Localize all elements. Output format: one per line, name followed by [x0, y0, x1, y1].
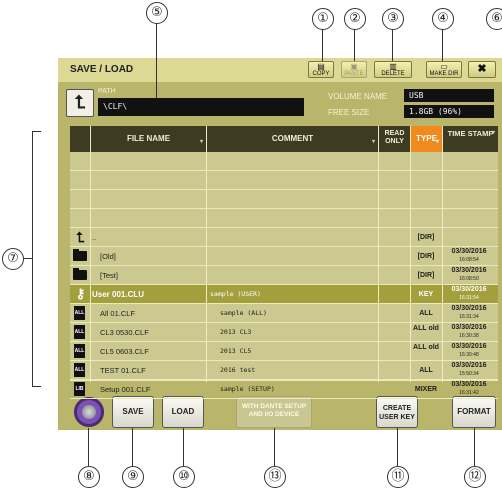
callout-leader [392, 30, 393, 61]
column-divider [378, 126, 379, 382]
delete-button[interactable]: ▥ DELETE [374, 61, 412, 78]
column-divider [410, 126, 411, 382]
callout-leader [156, 24, 157, 98]
trash-icon: ▥ [389, 62, 397, 71]
table-row[interactable]: [Test] [DIR] 03/30/2016 16:08:50 [70, 266, 498, 285]
callout-5: ⑤ [146, 2, 168, 24]
callout-leader [474, 428, 475, 466]
column-type[interactable]: TYPE ▾ [410, 126, 442, 152]
folder-icon: ▭ [440, 62, 448, 71]
format-button[interactable]: FORMAT [452, 396, 496, 428]
table-row[interactable]: ALL CL5 0603.CLF 2013 CL5 ALL old 03/30/… [70, 342, 498, 361]
load-button[interactable]: LOAD [162, 396, 204, 428]
table-row[interactable]: ALL All 01.CLF sample (ALL) ALL 03/30/20… [70, 304, 498, 323]
window-title: SAVE / LOAD [70, 64, 134, 75]
callout-4: ④ [432, 8, 454, 30]
sort-arrow-icon: ▾ [491, 130, 495, 136]
parent-directory-icon: ⮤ [76, 229, 85, 245]
column-divider [442, 126, 443, 382]
paste-button[interactable]: ▣ PASTE [341, 61, 367, 78]
table-row-empty [70, 209, 498, 228]
free-size-field: 1.8GB (96%) [404, 105, 494, 118]
callout-3: ③ [382, 8, 404, 30]
callout-leader [274, 428, 275, 466]
table-row-selected[interactable]: ⚷ User 001.CLU sample (USER) KEY 03/30/2… [70, 285, 498, 304]
table-row[interactable]: ⮤ .. [DIR] [70, 228, 498, 247]
table-row[interactable]: [Old] [DIR] 03/30/2016 16:08:54 [70, 247, 498, 266]
table-row[interactable]: LIB Setup 001.CLF sample (SETUP) MIXER 03/30… [70, 380, 498, 399]
close-button[interactable]: ✖ [468, 61, 496, 78]
table-row-empty [70, 190, 498, 209]
path-field: \CLF\ [98, 98, 304, 116]
callout-leader [88, 428, 89, 466]
free-size-label: FREE SIZE [328, 108, 370, 117]
up-arrow-icon: ⮤ [74, 92, 86, 112]
folder-icon [73, 249, 87, 261]
parent-directory-button[interactable]: ⮤ [66, 89, 94, 117]
column-divider [206, 126, 207, 382]
dante-setup-button[interactable]: WITH DANTE SETUP AND I/O DEVICE [236, 396, 312, 428]
volume-name-label: VOLUME NAME [328, 92, 388, 101]
key-icon: ⚷ [75, 286, 86, 301]
table-row-empty [70, 171, 498, 190]
column-comment[interactable]: COMMENT ▾ [206, 126, 378, 152]
callout-leader [442, 30, 443, 61]
callout-leader [24, 258, 32, 259]
folder-icon [73, 268, 87, 280]
callout-9: ⑨ [122, 466, 144, 488]
table-row-empty [70, 152, 498, 171]
all-file-icon: ALL [74, 344, 85, 358]
copy-button[interactable]: ▤ COPY [308, 61, 334, 78]
paste-icon: ▣ [350, 62, 358, 71]
create-user-key-button[interactable]: CREATE USER KEY [376, 396, 418, 428]
table-row[interactable]: ALL TEST 01.CLF 2016 test ALL 03/30/2016… [70, 361, 498, 380]
make-dir-button[interactable]: ▭ MAKE DIR [426, 61, 462, 78]
callout-1: ① [312, 8, 334, 30]
callout-12: ⑫ [464, 466, 486, 488]
table-row[interactable]: ALL CL3 0530.CLF 2013 CL3 ALL old 03/30/… [70, 323, 498, 342]
column-divider [90, 126, 91, 382]
callout-leader [322, 30, 323, 61]
callout-13: ⑬ [264, 466, 286, 488]
callout-7: ⑦ [2, 248, 24, 270]
column-timestamp[interactable]: TIME STAMP ▾ [442, 126, 498, 152]
copy-icon: ▤ [317, 62, 325, 71]
callout-10: ⑩ [173, 466, 195, 488]
callout-6: ⑥ [486, 8, 502, 30]
selection-knob-icon[interactable] [74, 397, 104, 427]
callout-11: ⑪ [387, 466, 409, 488]
callout-leader [183, 428, 184, 466]
all-file-icon: ALL [74, 363, 85, 377]
column-file-name[interactable]: FILE NAME ▾ [90, 126, 206, 152]
all-file-icon: ALL [74, 325, 85, 339]
all-file-icon: ALL [74, 306, 85, 320]
callout-leader [354, 30, 355, 61]
save-button[interactable]: SAVE [112, 396, 154, 428]
volume-name-field: USB [404, 89, 494, 102]
path-label: PATH [98, 88, 116, 95]
callout-2: ② [344, 8, 366, 30]
callout-leader [397, 428, 398, 466]
close-icon: ✖ [477, 63, 487, 75]
list-bracket [32, 131, 41, 387]
callout-8: ⑧ [78, 466, 100, 488]
column-read-only[interactable]: READ ONLY [378, 126, 410, 152]
lib-file-icon: LIB [74, 382, 85, 396]
callout-leader [132, 428, 133, 466]
